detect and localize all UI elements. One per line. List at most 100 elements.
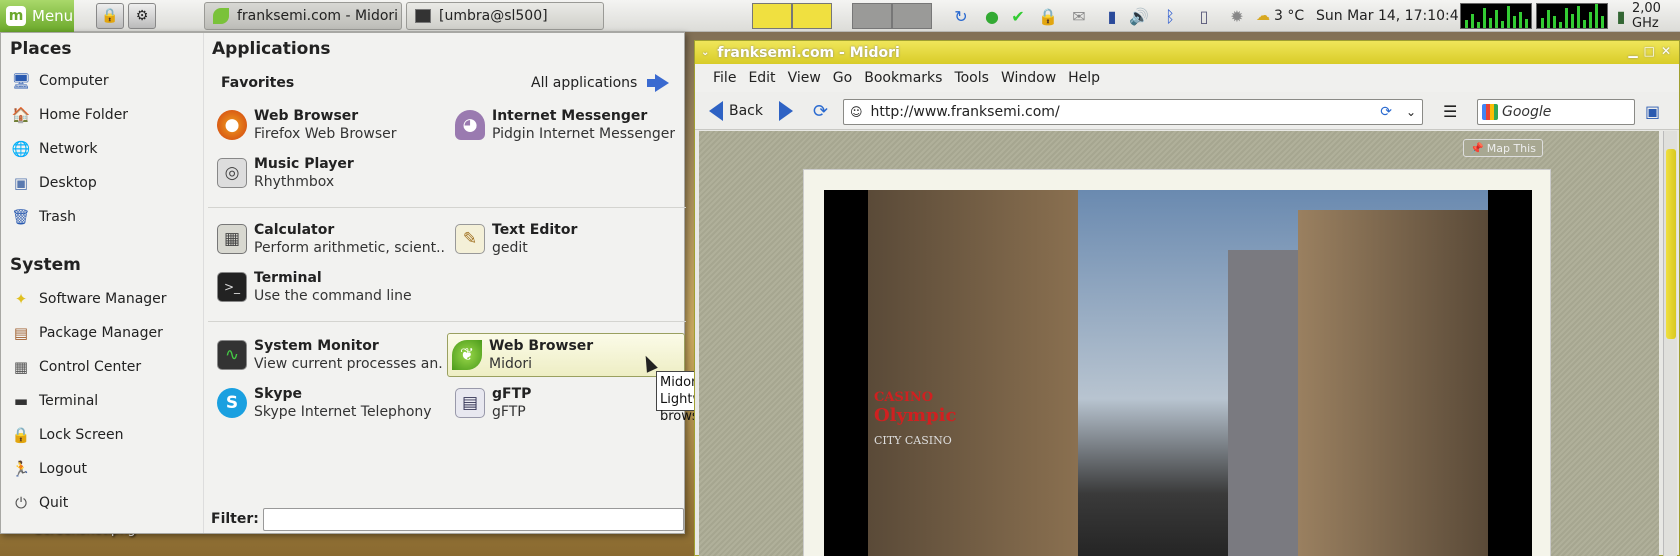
lock-icon: 🔒 [11,426,31,444]
workspace-1[interactable] [752,3,792,29]
settings-launcher[interactable]: ⚙ [128,3,156,29]
list-icon: ☰ [1443,101,1458,121]
app-pidgin[interactable]: ◕ Internet Messenger Pidgin Internet Mess… [451,103,686,147]
scrollbar-thumb[interactable] [1666,149,1676,339]
app-name: Calculator [254,222,335,238]
reload-button[interactable]: ⟳ [813,98,828,124]
browser-menubar: File Edit View Go Bookmarks Tools Window… [695,64,1679,92]
system-package-manager[interactable]: ▤ Package Manager [11,319,199,347]
battery-icon[interactable]: ▯ [1190,2,1218,30]
cpu-freq-icon[interactable]: ▮ [1612,2,1630,30]
app-firefox[interactable]: ● Web Browser Firefox Web Browser [213,103,448,147]
brightness-icon[interactable]: ✹ [1224,2,1250,30]
signal-icon[interactable]: ▮ [1100,2,1124,30]
window-titlebar[interactable]: ⌄ franksemi.com - Midori ▁ □ ✕ [695,41,1679,64]
workspace-2[interactable] [792,3,832,29]
chevron-down-icon[interactable]: ⌄ [701,47,709,58]
system-title: System [10,255,81,275]
app-system-monitor[interactable]: ∿ System Monitor View current processes a… [213,333,448,377]
back-button[interactable]: Back [709,98,763,124]
menu-bookmarks[interactable]: Bookmarks [858,70,948,86]
building-left: CASINO Olympic CITY CASINO [868,190,1078,556]
place-desktop[interactable]: ▣ Desktop [11,169,199,197]
security-lock-icon[interactable]: 🔒 [1036,2,1060,30]
google-icon [1482,104,1498,120]
vertical-scrollbar[interactable] [1663,131,1677,556]
place-network[interactable]: 🌐 Network [11,135,199,163]
app-rhythmbox[interactable]: ◎ Music Player Rhythmbox [213,151,448,195]
forward-arrow-icon [779,101,793,121]
mint-logo-icon: m [6,6,26,26]
trash-icon: 🗑 [11,208,31,226]
place-trash[interactable]: 🗑 Trash [11,203,199,231]
system-control-center[interactable]: ▦ Control Center [11,353,199,381]
workspace-3[interactable] [852,3,892,29]
menu-file[interactable]: File [707,70,742,86]
bluetooth-icon[interactable]: ᛒ [1158,2,1182,30]
favorites-title: Favorites [221,75,295,91]
clock[interactable]: Sun Mar 14, 17:10:41 [1316,0,1468,32]
url-bar[interactable]: ☺ http://www.franksemi.com/ ⟳ ⌄ [843,99,1423,125]
update-icon[interactable]: ● [980,2,1004,30]
menu-view[interactable]: View [782,70,827,86]
panel-toggle-button[interactable]: ☰ [1443,98,1457,124]
app-terminal[interactable]: >_ Terminal Use the command line [213,265,448,309]
search-field[interactable]: Google [1477,99,1635,125]
app-skype[interactable]: S Skype Skype Internet Telephony [213,381,448,425]
weather-icon: ☁ [1256,8,1270,24]
maximize-icon[interactable]: □ [1644,44,1655,58]
terminal-icon: >_ [217,272,247,302]
volume-icon[interactable]: 🔊 [1126,2,1152,30]
olympic-text: Olympic [874,405,957,426]
filter-input[interactable] [263,508,684,531]
mail-icon[interactable]: ✉ [1066,2,1092,30]
weather[interactable]: ☁ 3 °C [1256,0,1304,32]
photo-frame: CASINO Olympic CITY CASINO [803,169,1551,556]
task-terminal[interactable]: [umbra@sl500] [406,2,604,30]
place-computer[interactable]: 🖥 Computer [11,67,199,95]
calculator-icon: ▦ [217,224,247,254]
app-desc: gedit [492,240,528,256]
check-icon[interactable]: ✔ [1006,2,1030,30]
app-gftp[interactable]: ▤ gFTP gFTP [451,381,686,425]
app-desc: Rhythmbox [254,174,335,190]
all-applications-button[interactable]: All applications [531,71,670,95]
place-home-folder[interactable]: 🏠 Home Folder [11,101,199,129]
app-desc: View current processes an... [254,356,444,372]
system-software-manager[interactable]: ✦ Software Manager [11,285,199,313]
network-manager-icon[interactable]: ↻ [946,2,976,30]
rss-icon[interactable]: ⟳ [1380,104,1392,120]
menu-window[interactable]: Window [995,70,1062,86]
menu-go[interactable]: Go [827,70,858,86]
app-gedit[interactable]: ✎ Text Editor gedit [451,217,686,261]
app-calculator[interactable]: ▦ Calculator Perform arithmetic, scient..… [213,217,448,261]
system-quit[interactable]: ⏻ Quit [11,489,199,517]
app-name: Terminal [254,270,322,286]
forward-button[interactable] [779,98,793,124]
top-panel: m Menu 🔒 ⚙ franksemi.com - Midori [umbra… [0,0,1680,32]
cpu-graph [1460,3,1532,29]
system-logout[interactable]: 🏃 Logout [11,455,199,483]
menu-tools[interactable]: Tools [948,70,995,86]
system-lock-screen[interactable]: 🔒 Lock Screen [11,421,199,449]
url-dropdown-icon[interactable]: ⌄ [1406,105,1416,119]
close-icon[interactable]: ✕ [1661,44,1671,58]
photo[interactable]: CASINO Olympic CITY CASINO [824,190,1532,556]
menu-edit[interactable]: Edit [742,70,781,86]
app-name: Skype [254,386,303,402]
workspace-4[interactable] [892,3,932,29]
trash-button[interactable]: ▣ [1645,98,1660,124]
applications-title: Applications [212,39,331,59]
menu-help[interactable]: Help [1062,70,1106,86]
terminal-icon: ▬ [13,392,29,410]
map-this-button[interactable]: 📌 Map This [1463,139,1543,157]
weather-label: 3 °C [1274,8,1305,24]
menu-button[interactable]: m Menu [0,0,74,32]
system-terminal[interactable]: ▬ Terminal [11,387,199,415]
cpu-frequency[interactable]: 2,00 GHz [1632,0,1680,32]
minimize-icon[interactable]: ▁ [1628,44,1637,58]
firefox-icon: ● [217,110,247,140]
system-label: Software Manager [39,291,167,307]
lock-launcher[interactable]: 🔒 [96,3,124,29]
task-midori[interactable]: franksemi.com - Midori [204,2,402,30]
